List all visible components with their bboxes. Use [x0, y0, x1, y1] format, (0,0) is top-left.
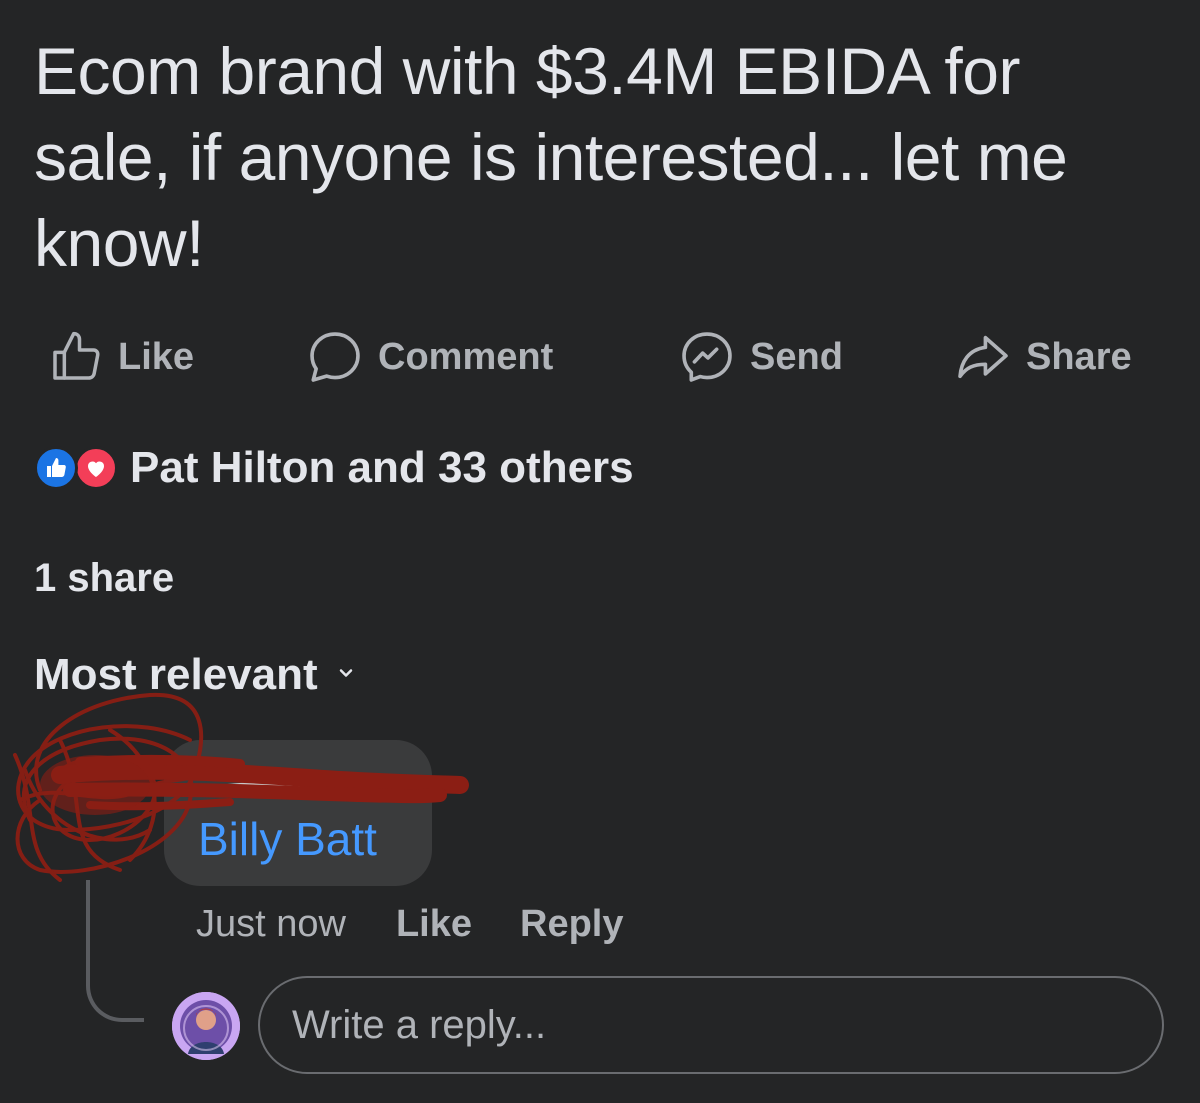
share-button[interactable]: Share: [954, 322, 1132, 392]
share-count[interactable]: 1 share: [34, 556, 174, 601]
send-button[interactable]: Send: [678, 322, 843, 392]
messenger-icon: [678, 328, 736, 386]
post-action-bar: Like Comment Send Share: [0, 322, 1200, 392]
share-arrow-icon: [954, 328, 1012, 386]
redaction-scribble: [13, 692, 469, 882]
comment-reply-button[interactable]: Reply: [520, 903, 623, 946]
avatar[interactable]: [172, 992, 240, 1060]
reply-thread-line: [86, 880, 144, 1022]
thumbs-up-icon: [48, 329, 104, 385]
love-reaction-icon: [74, 446, 118, 490]
reply-input[interactable]: Write a reply...: [258, 976, 1164, 1074]
comment-button-label: Comment: [378, 335, 554, 378]
like-button[interactable]: Like: [48, 322, 194, 392]
comment-meta-row: Just now Like Reply: [196, 896, 624, 952]
reply-input-placeholder: Write a reply...: [292, 1002, 547, 1047]
send-button-label: Send: [750, 335, 843, 378]
comment-bubble-icon: [306, 328, 364, 386]
post-text: Ecom brand with $3.4M EBIDA for sale, if…: [34, 34, 1068, 280]
comment-timestamp: Just now: [196, 902, 346, 945]
like-reaction-icon: [34, 446, 78, 490]
like-button-label: Like: [118, 335, 195, 378]
share-button-label: Share: [1026, 335, 1132, 378]
reaction-names: Pat Hilton and 33 others: [130, 443, 634, 492]
reaction-summary[interactable]: Pat Hilton and 33 others: [34, 438, 634, 498]
comment-like-button[interactable]: Like: [396, 903, 472, 946]
comment-button[interactable]: Comment: [306, 322, 553, 392]
